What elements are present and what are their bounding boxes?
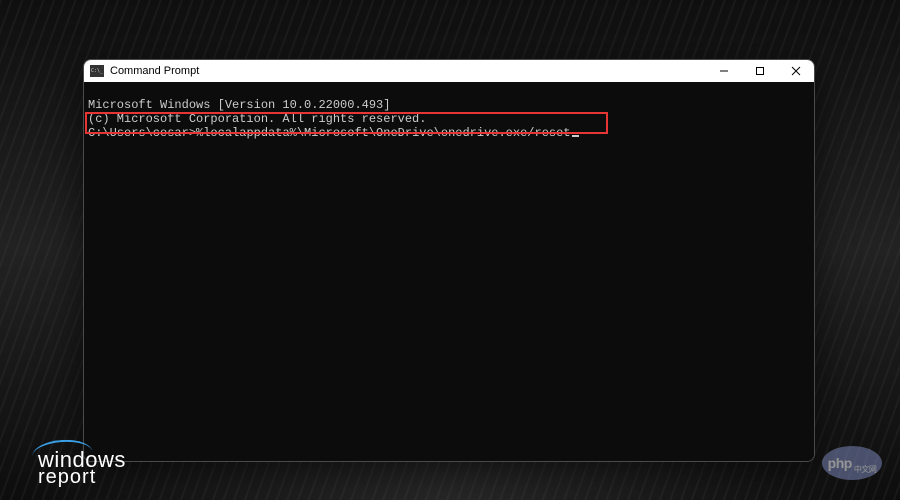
maximize-icon <box>755 66 765 76</box>
maximize-button[interactable] <box>742 60 778 82</box>
cursor <box>572 135 579 137</box>
prompt-text: C:\Users\cesar> <box>88 126 196 140</box>
php-suffix: 中文网 <box>854 464 877 475</box>
terminal-line: Microsoft Windows [Version 10.0.22000.49… <box>88 98 810 112</box>
window-controls <box>706 60 814 82</box>
window-title: Command Prompt <box>110 65 706 77</box>
close-button[interactable] <box>778 60 814 82</box>
php-text: php <box>828 455 852 471</box>
windows-report-watermark: windows report <box>38 450 126 486</box>
close-icon <box>791 66 801 76</box>
php-watermark: php 中文网 <box>822 446 882 480</box>
minimize-button[interactable] <box>706 60 742 82</box>
minimize-icon <box>719 66 729 76</box>
command-prompt-window: Command Prompt Microsoft Windows [Versio… <box>83 59 815 462</box>
titlebar[interactable]: Command Prompt <box>84 60 814 82</box>
terminal-line: (c) Microsoft Corporation. All rights re… <box>88 112 810 126</box>
terminal-prompt-line: C:\Users\cesar>%localappdata%\Microsoft\… <box>88 126 810 140</box>
terminal-body[interactable]: Microsoft Windows [Version 10.0.22000.49… <box>84 82 814 461</box>
cmd-icon <box>90 65 104 77</box>
command-text: %localappdata%\Microsoft\OneDrive\onedri… <box>196 126 570 140</box>
